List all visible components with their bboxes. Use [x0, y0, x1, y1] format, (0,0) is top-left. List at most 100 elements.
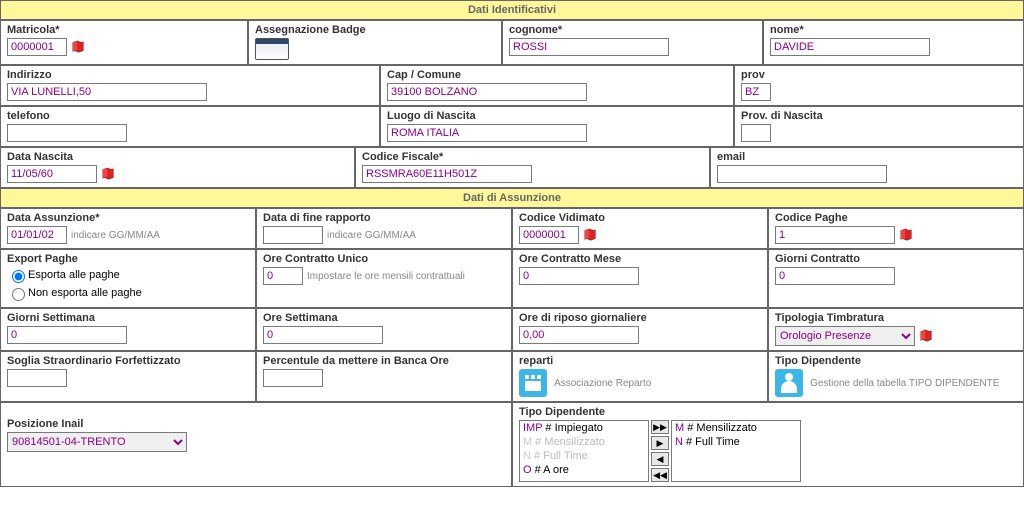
- cognome-input[interactable]: [509, 38, 669, 56]
- luogo-nascita-label: Luogo di Nascita: [387, 110, 727, 122]
- field-ore-unico: Ore Contratto Unico Impostare le ore men…: [256, 249, 512, 308]
- field-cf: Codice Fiscale*: [355, 147, 710, 188]
- cod-paghe-input[interactable]: [775, 226, 895, 244]
- field-nome: nome*: [763, 20, 1024, 65]
- ore-riposo-input[interactable]: [519, 326, 639, 344]
- cf-input[interactable]: [362, 165, 532, 183]
- field-tipo-dipendente-picker: Tipo Dipendente IMP # ImpiegatoM # Mensi…: [512, 402, 1024, 487]
- telefono-label: telefono: [7, 110, 373, 122]
- email-label: email: [717, 151, 1017, 163]
- cod-vidimato-input[interactable]: [519, 226, 579, 244]
- field-soglia: Soglia Straordinario Forfettizzato: [0, 351, 256, 402]
- book-icon[interactable]: [919, 329, 933, 343]
- giorni-contratto-label: Giorni Contratto: [775, 253, 1017, 265]
- list-item: M # Mensilizzato: [520, 435, 648, 449]
- posizione-inail-select[interactable]: 90814501-04-TRENTO: [7, 432, 187, 452]
- nome-label: nome*: [770, 24, 1017, 36]
- tipo-dipendente-picker-label: Tipo Dipendente: [519, 406, 1017, 418]
- book-icon[interactable]: [101, 167, 115, 181]
- field-prov: prov: [734, 65, 1024, 106]
- selected-listbox[interactable]: M # MensilizzatoN # Full Time: [671, 420, 801, 482]
- data-nascita-input[interactable]: [7, 165, 97, 183]
- prov-input[interactable]: [741, 83, 771, 101]
- field-prov-nascita: Prov. di Nascita: [734, 106, 1024, 147]
- book-icon[interactable]: [899, 228, 913, 242]
- prov-nascita-label: Prov. di Nascita: [741, 110, 1017, 122]
- tipo-dipendente-caption: Gestione della tabella TIPO DIPENDENTE: [810, 378, 999, 389]
- list-item[interactable]: IMP # Impiegato: [520, 421, 648, 435]
- list-item[interactable]: N # Full Time: [672, 435, 800, 449]
- ore-unico-input[interactable]: [263, 267, 303, 285]
- cf-label: Codice Fiscale*: [362, 151, 703, 163]
- soglia-input[interactable]: [7, 369, 67, 387]
- indirizzo-input[interactable]: [7, 83, 207, 101]
- field-email: email: [710, 147, 1024, 188]
- export-opt2[interactable]: Non esporta alle paghe: [7, 285, 249, 301]
- data-fine-label: Data di fine rapporto: [263, 212, 505, 224]
- data-assunzione-input[interactable]: [7, 226, 67, 244]
- tipologia-timbratura-label: Tipologia Timbratura: [775, 312, 1017, 324]
- data-fine-hint: indicare GG/MM/AA: [327, 230, 416, 241]
- field-perc-banca: Percentule da mettere in Banca Ore: [256, 351, 512, 402]
- section-header-identificativi: Dati Identificativi: [0, 0, 1024, 20]
- field-ore-riposo: Ore di riposo giornaliere: [512, 308, 768, 351]
- ore-mese-input[interactable]: [519, 267, 639, 285]
- luogo-nascita-input[interactable]: [387, 124, 587, 142]
- nome-input[interactable]: [770, 38, 930, 56]
- cap-label: Cap / Comune: [387, 69, 727, 81]
- soglia-label: Soglia Straordinario Forfettizzato: [7, 355, 249, 367]
- list-item: N # Full Time: [520, 449, 648, 463]
- data-fine-input[interactable]: [263, 226, 323, 244]
- matricola-label: Matricola*: [7, 24, 241, 36]
- cod-vidimato-label: Codice Vidimato: [519, 212, 761, 224]
- field-ore-settimana: Ore Settimana: [256, 308, 512, 351]
- email-input[interactable]: [717, 165, 887, 183]
- field-matricola: Matricola*: [0, 20, 248, 65]
- indirizzo-label: Indirizzo: [7, 69, 373, 81]
- move-all-left-button[interactable]: ◀◀: [651, 468, 669, 482]
- matricola-input[interactable]: [7, 38, 67, 56]
- export-opt1[interactable]: Esporta alle paghe: [7, 267, 249, 283]
- field-luogo-nascita: Luogo di Nascita: [380, 106, 734, 147]
- tipologia-timbratura-select[interactable]: Orologio Presenze: [775, 326, 915, 346]
- perc-banca-input[interactable]: [263, 369, 323, 387]
- section-header-assunzione: Dati di Assunzione: [0, 188, 1024, 208]
- field-cod-paghe: Codice Paghe: [768, 208, 1024, 249]
- field-indirizzo: Indirizzo: [0, 65, 380, 106]
- move-right-button[interactable]: ▶: [651, 436, 669, 450]
- field-giorni-settimana: Giorni Settimana: [0, 308, 256, 351]
- list-item[interactable]: M # Mensilizzato: [672, 421, 800, 435]
- move-all-right-button[interactable]: ▶▶: [651, 420, 669, 434]
- field-badge: Assegnazione Badge: [248, 20, 502, 65]
- cap-input[interactable]: [387, 83, 587, 101]
- person-icon[interactable]: [775, 369, 803, 397]
- ore-mese-label: Ore Contratto Mese: [519, 253, 761, 265]
- badge-label: Assegnazione Badge: [255, 24, 495, 36]
- giorni-settimana-label: Giorni Settimana: [7, 312, 249, 324]
- field-posizione-inail: Posizione Inail 90814501-04-TRENTO: [0, 402, 512, 487]
- book-icon[interactable]: [71, 40, 85, 54]
- ore-riposo-label: Ore di riposo giornaliere: [519, 312, 761, 324]
- available-listbox[interactable]: IMP # ImpiegatoM # MensilizzatoN # Full …: [519, 420, 649, 482]
- field-cognome: cognome*: [502, 20, 763, 65]
- ore-settimana-input[interactable]: [263, 326, 383, 344]
- telefono-input[interactable]: [7, 124, 127, 142]
- book-icon[interactable]: [583, 228, 597, 242]
- field-data-assunzione: Data Assunzione* indicare GG/MM/AA: [0, 208, 256, 249]
- badge-card-icon[interactable]: [255, 38, 289, 60]
- reparti-label: reparti: [519, 355, 761, 367]
- prov-label: prov: [741, 69, 1017, 81]
- factory-icon[interactable]: [519, 369, 547, 397]
- data-assunzione-label: Data Assunzione*: [7, 212, 249, 224]
- tipo-dipendente-link-label: Tipo Dipendente: [775, 355, 1017, 367]
- field-tipo-dipendente-link: Tipo Dipendente Gestione della tabella T…: [768, 351, 1024, 402]
- giorni-contratto-input[interactable]: [775, 267, 895, 285]
- move-left-button[interactable]: ◀: [651, 452, 669, 466]
- data-assunzione-hint: indicare GG/MM/AA: [71, 230, 160, 241]
- cod-paghe-label: Codice Paghe: [775, 212, 1017, 224]
- list-item[interactable]: O # A ore: [520, 463, 648, 477]
- giorni-settimana-input[interactable]: [7, 326, 127, 344]
- prov-nascita-input[interactable]: [741, 124, 771, 142]
- ore-settimana-label: Ore Settimana: [263, 312, 505, 324]
- ore-unico-hint: Impostare le ore mensili contrattuali: [307, 271, 465, 282]
